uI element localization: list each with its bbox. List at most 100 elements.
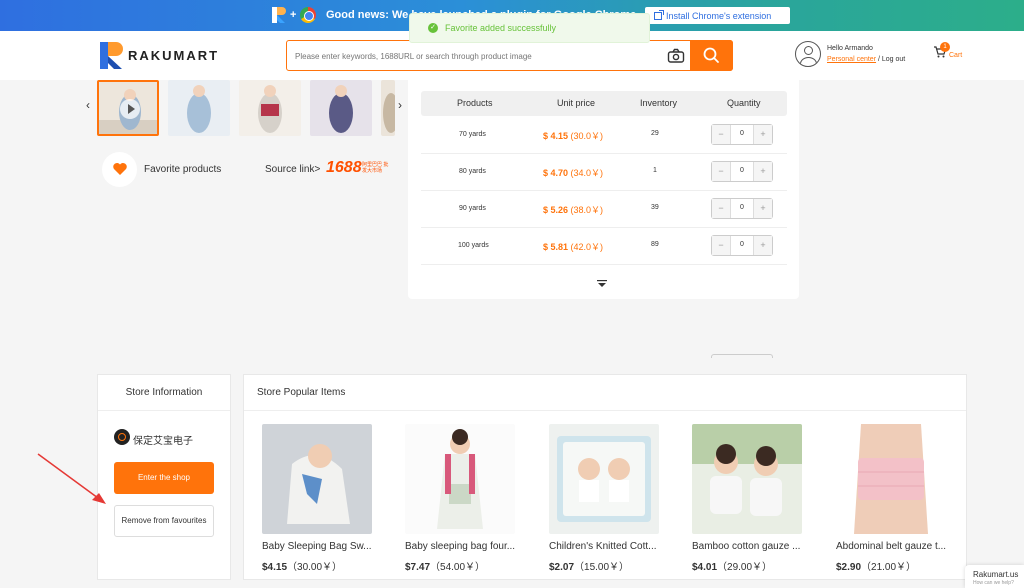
header-inventory: Inventory <box>640 98 678 108</box>
row-inventory: 1 <box>653 167 657 174</box>
list-item[interactable]: Children's Knitted Cott... $2.07（15.00￥） <box>549 424 659 573</box>
thumbnail-next-icon[interactable]: › <box>398 98 402 112</box>
install-extension-button[interactable]: Install Chrome's extension <box>645 7 790 24</box>
favorite-label: Favorite products <box>144 164 222 175</box>
logout-link[interactable]: Log out <box>882 56 905 63</box>
item-price-usd: $2.07 <box>549 562 575 573</box>
item-image[interactable] <box>836 424 946 534</box>
decrease-button[interactable]: − <box>712 199 731 218</box>
chat-subtitle: How can we help? <box>973 580 1014 586</box>
item-image[interactable] <box>692 424 802 534</box>
item-image[interactable] <box>262 424 372 534</box>
table-row: 80 yards $ 4.70 (34.0￥) 1 − 0 + <box>421 154 787 191</box>
annotation-arrow-icon <box>37 453 106 504</box>
item-price: $2.90（21.00￥） <box>836 558 946 573</box>
header-products: Products <box>457 98 493 108</box>
favorite-button[interactable] <box>102 152 137 187</box>
item-name[interactable]: Bamboo cotton gauze ... <box>692 541 804 552</box>
table-row: 90 yards $ 5.26 (38.0￥) 39 − 0 + <box>421 191 787 228</box>
item-image[interactable] <box>405 424 515 534</box>
increase-button[interactable]: + <box>753 236 772 255</box>
increase-button[interactable]: + <box>753 199 772 218</box>
row-price-usd: $ 5.26 <box>543 205 569 215</box>
store-info-title: Store Information <box>98 375 230 411</box>
item-name[interactable]: Baby sleeping bag four... <box>405 541 517 552</box>
banner-logos: + <box>272 7 317 23</box>
product-thumbnail[interactable] <box>97 80 159 136</box>
install-extension-label: Install Chrome's extension <box>666 10 772 21</box>
row-price: $ 5.81 (42.0￥) <box>543 240 603 253</box>
quantity-input[interactable]: 0 <box>731 130 753 137</box>
chat-widget[interactable]: Rakumart.us How can we help? <box>965 565 1024 588</box>
item-name[interactable]: Baby Sleeping Bag Sw... <box>262 541 374 552</box>
personal-center-link[interactable]: Personal center <box>827 56 876 63</box>
site-logo[interactable]: RAKUMART <box>100 42 219 69</box>
row-price: $ 4.15 (30.0￥) <box>543 129 603 142</box>
search-button[interactable] <box>690 40 733 71</box>
enter-shop-button[interactable]: Enter the shop <box>114 462 214 494</box>
decrease-button[interactable]: − <box>712 125 731 144</box>
search-input[interactable] <box>295 48 655 64</box>
row-price: $ 5.26 (38.0￥) <box>543 203 603 216</box>
row-inventory: 29 <box>651 130 659 137</box>
table-row: 70 yards $ 4.15 (30.0￥) 29 − 0 + <box>421 117 787 154</box>
avatar-icon[interactable] <box>795 41 821 67</box>
item-price-usd: $2.90 <box>836 562 862 573</box>
heart-icon <box>113 163 127 175</box>
item-image-graphic <box>405 424 515 534</box>
remove-favourite-button[interactable]: Remove from favourites <box>114 505 214 537</box>
store-info-card: Store Information 保定艾宝电子 Enter the shop … <box>97 374 231 580</box>
user-text: Hello Armando Personal center / Log out <box>827 43 905 65</box>
cart-count-badge: 1 <box>940 42 950 52</box>
greeting: Hello Armando <box>827 45 873 52</box>
row-product: 90 yards <box>459 205 486 212</box>
item-price-usd: $7.47 <box>405 562 431 573</box>
list-item[interactable]: Baby sleeping bag four... $7.47（54.00￥） <box>405 424 515 573</box>
row-product: 70 yards <box>459 131 486 138</box>
rakumart-mini-logo-icon <box>272 7 286 23</box>
source-1688-logo[interactable]: 1688 <box>326 159 362 177</box>
item-name[interactable]: Children's Knitted Cott... <box>549 541 661 552</box>
increase-button[interactable]: + <box>753 125 772 144</box>
search-bar <box>286 40 733 71</box>
header-unit-price: Unit price <box>557 98 596 108</box>
camera-icon[interactable] <box>667 48 685 64</box>
product-thumbnail[interactable] <box>381 80 395 136</box>
expand-down-icon[interactable] <box>596 280 608 288</box>
quantity-stepper-partial <box>711 354 773 358</box>
shop-name[interactable]: 保定艾宝电子 <box>133 432 193 447</box>
play-video-icon[interactable] <box>120 99 140 119</box>
thumbnail-image <box>239 80 301 136</box>
decrease-button[interactable]: − <box>712 162 731 181</box>
table-row: 100 yards $ 5.81 (42.0￥) 89 − 0 + <box>421 228 787 265</box>
item-name[interactable]: Abdominal belt gauze t... <box>836 541 948 552</box>
row-price: $ 4.70 (34.0￥) <box>543 166 603 179</box>
product-thumbnail[interactable] <box>168 80 230 136</box>
list-item[interactable]: Baby Sleeping Bag Sw... $4.15（30.00￥） <box>262 424 372 573</box>
cart-button[interactable]: 1 Cart <box>933 42 962 59</box>
item-price: $4.15（30.00￥） <box>262 558 372 573</box>
quantity-stepper: − 0 + <box>711 198 773 219</box>
sku-panel: Products Unit price Inventory Quantity 7… <box>408 80 799 358</box>
decrease-button[interactable]: − <box>712 236 731 255</box>
product-thumbnail[interactable] <box>239 80 301 136</box>
row-inventory: 39 <box>651 204 659 211</box>
list-item[interactable]: Abdominal belt gauze t... $2.90（21.00￥） <box>836 424 946 573</box>
source-link-label[interactable]: Source link> <box>265 164 320 175</box>
quantity-input[interactable]: 0 <box>731 167 753 174</box>
item-image[interactable] <box>549 424 659 534</box>
rakumart-logo-icon <box>100 42 123 69</box>
logo-text: RAKUMART <box>128 48 220 63</box>
thumbnail-prev-icon[interactable]: ‹ <box>86 98 90 112</box>
row-price-usd: $ 4.70 <box>543 168 569 178</box>
increase-button[interactable]: + <box>753 162 772 181</box>
quantity-input[interactable]: 0 <box>731 241 753 248</box>
chat-title: Rakumart.us <box>973 570 1019 579</box>
quantity-input[interactable]: 0 <box>731 204 753 211</box>
chrome-icon <box>300 7 317 23</box>
toast-message: Favorite added successfully <box>445 23 557 33</box>
item-image-graphic <box>836 424 946 534</box>
list-item[interactable]: Bamboo cotton gauze ... $4.01（29.00￥） <box>692 424 802 573</box>
row-product: 100 yards <box>458 242 489 249</box>
product-thumbnail[interactable] <box>310 80 372 136</box>
